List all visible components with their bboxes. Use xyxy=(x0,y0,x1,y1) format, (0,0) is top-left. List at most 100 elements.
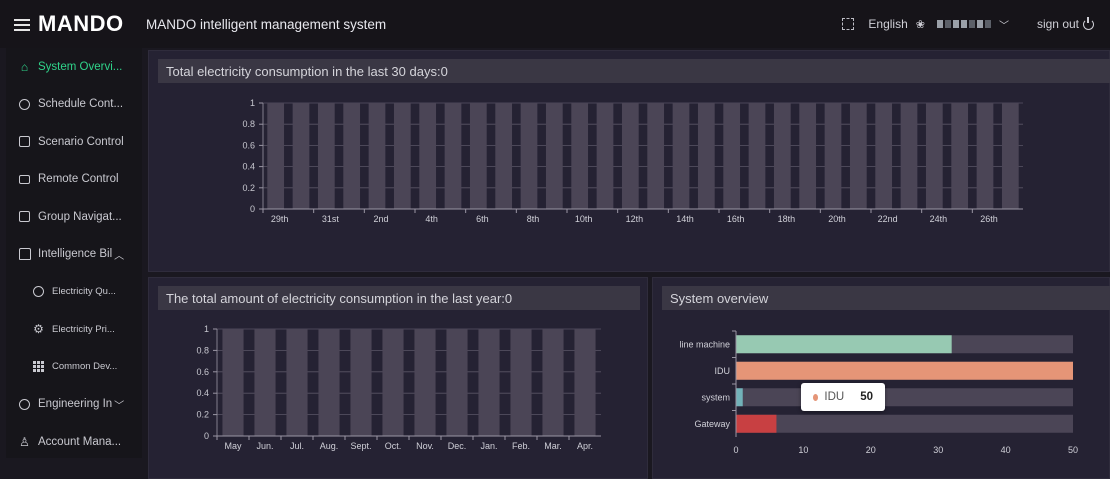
y-tick-label: 0 xyxy=(204,431,209,441)
tooltip-value: 50 xyxy=(860,391,873,403)
brand-logo: MANDO xyxy=(38,11,124,36)
x-tick-label: Jul. xyxy=(290,441,304,451)
sidebar-item-remote-control[interactable]: Remote Control xyxy=(6,161,142,199)
language-selector[interactable]: English xyxy=(868,17,907,31)
x-tick-label: 30 xyxy=(933,445,943,455)
menu-icon[interactable] xyxy=(14,19,30,31)
bar-background xyxy=(596,103,614,209)
x-tick-label: Feb. xyxy=(512,441,530,451)
y-tick-label: 0.6 xyxy=(242,140,255,150)
sidebar-item-system-overview[interactable]: ⌂ System Overvi... xyxy=(6,48,142,86)
sidebar-item-common-device[interactable]: Common Dev... xyxy=(6,348,142,386)
home-icon: ⌂ xyxy=(20,59,29,74)
sidebar-item-electricity-query[interactable]: Electricity Qu... xyxy=(6,273,142,311)
sign-out-button[interactable]: sign out xyxy=(1037,16,1094,31)
language-icon[interactable]: ❀ xyxy=(916,18,925,31)
bar-background xyxy=(647,103,665,209)
x-tick-label: Oct. xyxy=(385,441,402,451)
bar-background xyxy=(542,329,564,436)
bar-background xyxy=(849,103,867,209)
bar-background xyxy=(286,329,308,436)
chevron-down-icon: ﹀ xyxy=(114,400,125,412)
bar-background xyxy=(900,103,918,209)
sidebar-item-intelligence-billing[interactable]: Intelligence Bil ︿ xyxy=(6,236,142,274)
bar-background xyxy=(318,329,340,436)
sidebar-item-group-navigation[interactable]: Group Navigat... xyxy=(6,198,142,236)
user-icon: ♙ xyxy=(19,434,30,449)
bar-background xyxy=(574,329,596,436)
bar-background xyxy=(875,103,893,209)
x-tick-label: 50 xyxy=(1068,445,1078,455)
x-tick-label: May xyxy=(224,441,242,451)
user-menu[interactable]: ﹀ xyxy=(936,17,1009,32)
avatar xyxy=(936,20,943,28)
sidebar-item-label: Scenario Control xyxy=(38,135,124,148)
x-tick-label: 40 xyxy=(1001,445,1011,455)
grid-icon xyxy=(32,360,45,373)
x-tick-label: 18th xyxy=(778,214,796,224)
yearly-consumption-panel: The total amount of electricity consumpt… xyxy=(148,277,648,479)
y-tick-label: Gateway xyxy=(694,419,730,429)
bar-background xyxy=(478,329,500,436)
x-tick-label: Dec. xyxy=(448,441,467,451)
bar xyxy=(736,414,777,433)
sidebar-item-label: Engineering In xyxy=(38,398,113,411)
x-tick-label: 22nd xyxy=(878,214,898,224)
bar-background xyxy=(799,103,817,209)
y-tick-label: 0.8 xyxy=(196,345,209,355)
sidebar: ⌂ System Overvi... Schedule Cont... Scen… xyxy=(6,48,142,458)
bar-background xyxy=(773,103,791,209)
bar-background xyxy=(510,329,532,436)
x-tick-label: 2nd xyxy=(373,214,388,224)
app-root: MANDO MANDO intelligent management syste… xyxy=(0,0,1110,479)
fullscreen-icon[interactable] xyxy=(842,18,855,30)
bar-background xyxy=(571,103,589,209)
sidebar-item-schedule-control[interactable]: Schedule Cont... xyxy=(6,86,142,124)
sidebar-item-label: System Overvi... xyxy=(38,60,123,73)
app-title: MANDO intelligent management system xyxy=(146,16,387,32)
bar-background xyxy=(469,103,487,209)
bar-background xyxy=(925,103,943,209)
folder-icon xyxy=(18,248,31,261)
bar-background xyxy=(393,103,411,209)
x-tick-label: 16th xyxy=(727,214,745,224)
sidebar-item-engineering[interactable]: Engineering In ﹀ xyxy=(6,386,142,424)
x-tick-label: 0 xyxy=(733,445,738,455)
y-tick-label: IDU xyxy=(715,366,731,376)
x-tick-label: 8th xyxy=(527,214,540,224)
sidebar-item-scenario-control[interactable]: Scenario Control xyxy=(6,123,142,161)
clock-icon xyxy=(18,98,31,111)
chevron-up-icon: ︿ xyxy=(114,250,125,262)
monthly-consumption-panel: Total electricity consumption in the las… xyxy=(148,50,1110,272)
sidebar-item-label: Schedule Cont... xyxy=(38,98,124,111)
sidebar-item-electricity-price[interactable]: ⚙ Electricity Pri... xyxy=(6,311,142,349)
sidebar-item-account-management[interactable]: ♙ Account Mana... xyxy=(6,423,142,461)
bar xyxy=(736,335,952,354)
y-tick-label: line machine xyxy=(679,339,730,349)
x-tick-label: Jan. xyxy=(480,441,497,451)
scenario-icon xyxy=(18,135,31,148)
yearly-consumption-chart: 0 0.2 0.4 0.6 0.8 1 May Jun. Jul. Aug. Sept. Oct. No… xyxy=(196,324,601,451)
x-tick-label: Sept. xyxy=(350,441,371,451)
tooltip-label: IDU xyxy=(824,391,845,403)
bar-background xyxy=(317,103,335,209)
top-bar: MANDO MANDO intelligent management syste… xyxy=(0,0,1110,48)
x-tick-label: 10 xyxy=(798,445,808,455)
sidebar-item-label: Remote Control xyxy=(38,173,119,186)
x-tick-label: Apr. xyxy=(577,441,593,451)
bar xyxy=(736,361,1073,380)
x-tick-label: 14th xyxy=(676,214,694,224)
x-tick-label: 6th xyxy=(476,214,489,224)
y-tick-label: 0 xyxy=(250,204,255,214)
x-tick-label: 24th xyxy=(930,214,948,224)
bar-background xyxy=(1001,103,1019,209)
y-tick-label: 0.2 xyxy=(196,410,209,420)
x-tick-label: 20 xyxy=(866,445,876,455)
tooltip-color-dot xyxy=(813,393,819,401)
sidebar-item-label: Account Mana... xyxy=(38,435,122,448)
x-tick-label: 29th xyxy=(271,214,289,224)
x-tick-label: 26th xyxy=(980,214,998,224)
sidebar-item-label: Common Dev... xyxy=(52,361,118,373)
bar-background xyxy=(368,103,386,209)
bar-background xyxy=(723,103,741,209)
